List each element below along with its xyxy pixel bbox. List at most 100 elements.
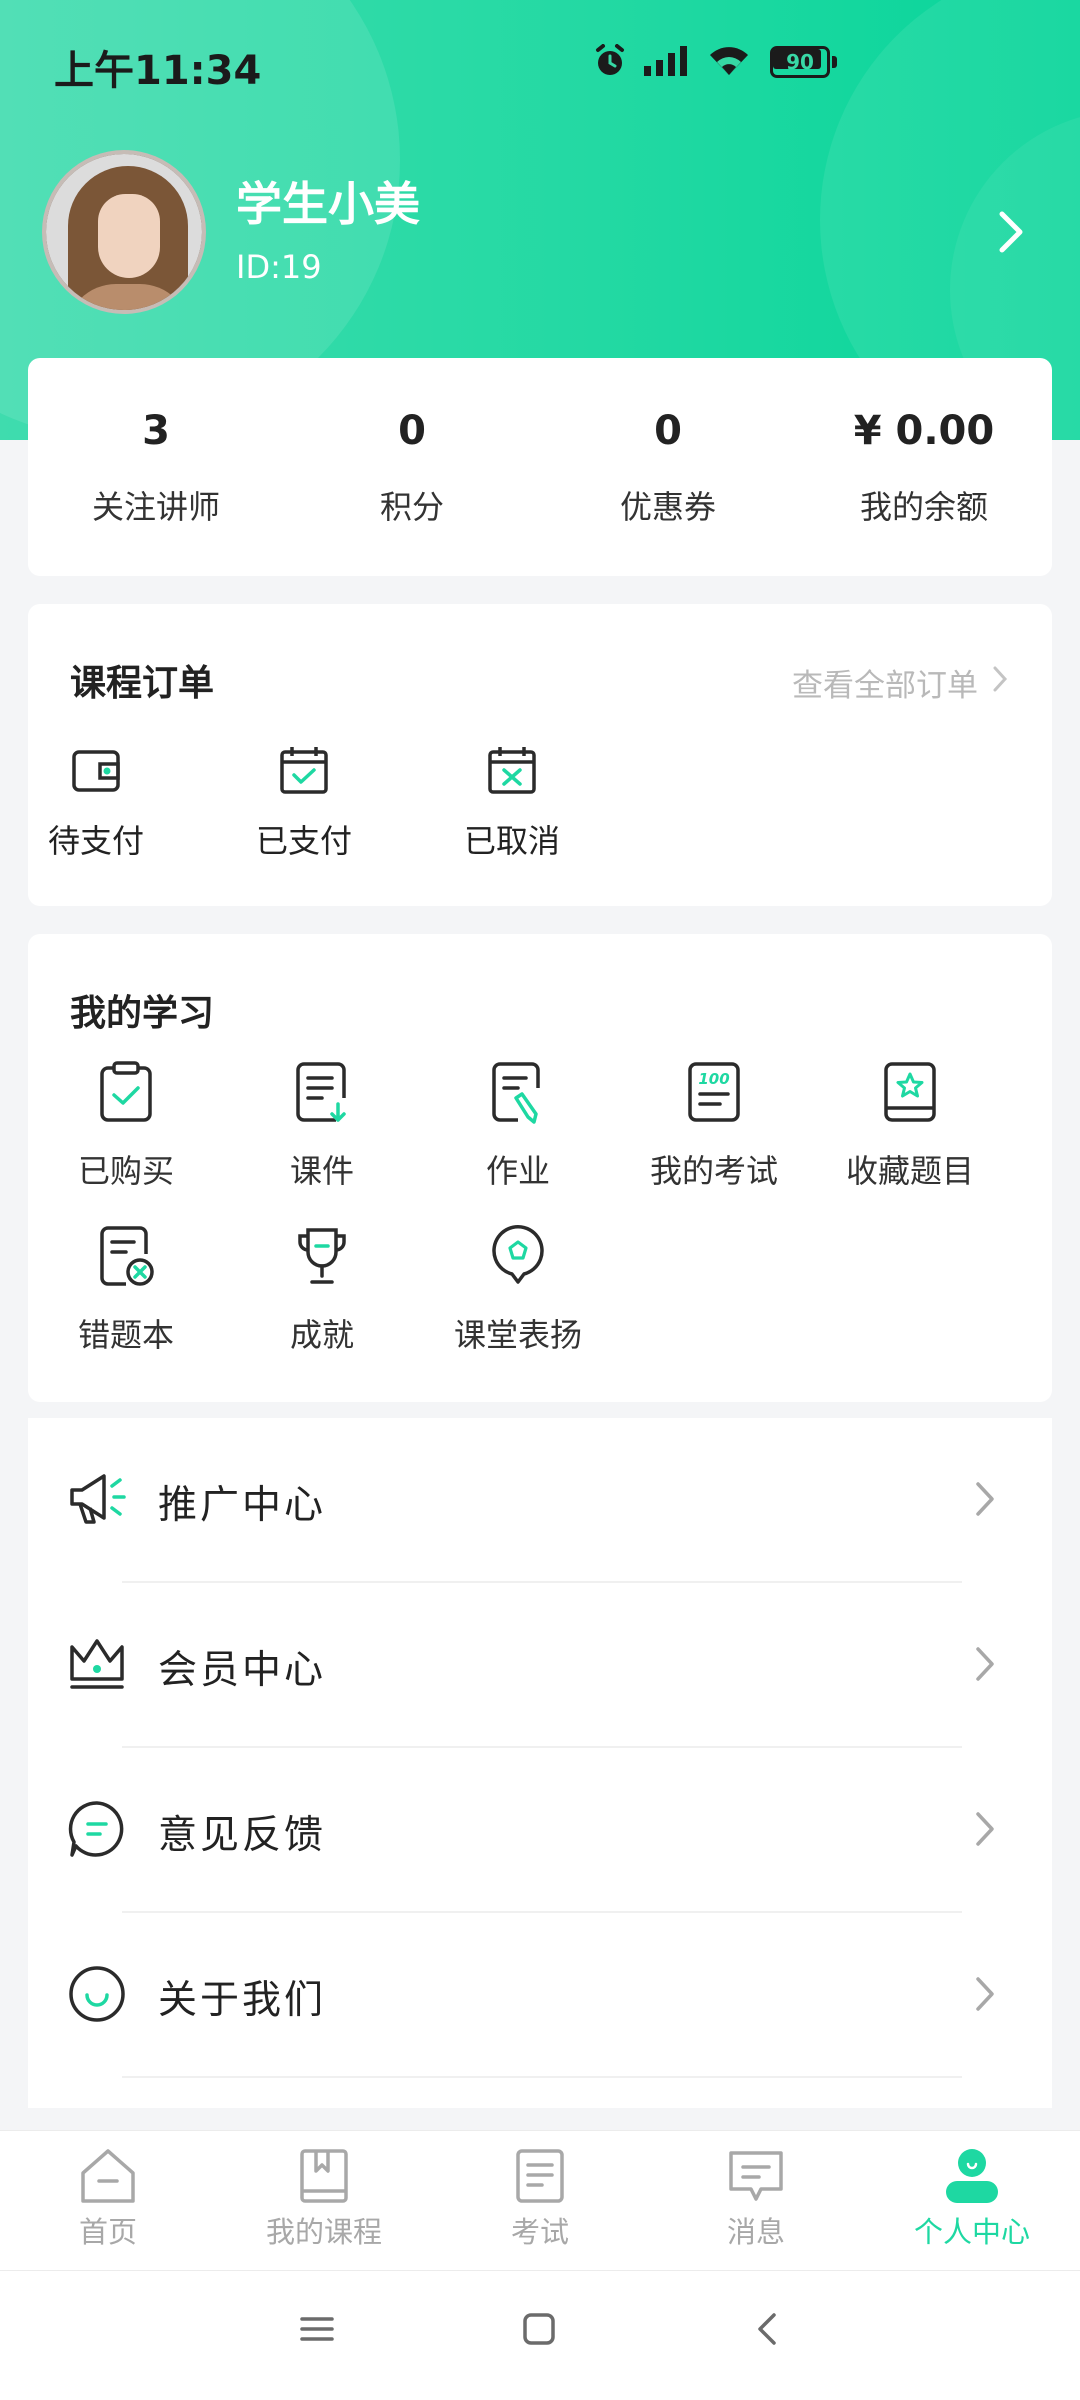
stat-label: 积分: [379, 488, 444, 526]
back-icon[interactable]: [752, 2311, 782, 2351]
stat-coupons[interactable]: 0 优惠券: [540, 358, 796, 576]
study-label: 错题本: [77, 1316, 174, 1354]
menu-icon[interactable]: [298, 2311, 336, 2351]
order-label: 已取消: [463, 822, 560, 860]
study-courseware[interactable]: 课件: [224, 1056, 420, 1192]
crown-icon: [66, 1633, 128, 1695]
stat-label: 我的余额: [859, 488, 988, 526]
study-purchased[interactable]: 已购买: [28, 1056, 224, 1192]
homework-pen-icon: [420, 1056, 616, 1128]
username: 学生小美: [236, 177, 420, 231]
clipboard-check-icon: [28, 1056, 224, 1128]
svg-text:100: 100: [698, 1070, 729, 1088]
menu-label: 意见反馈: [158, 1813, 327, 1858]
study-class-praise[interactable]: 课堂表扬: [420, 1220, 616, 1356]
stats-card: 3 关注讲师 0 积分 0 优惠券 ¥ 0.00 我的余额: [28, 358, 1052, 576]
study-homework[interactable]: 作业: [420, 1056, 616, 1192]
stat-label: 优惠券: [619, 488, 716, 526]
study-achievements[interactable]: 成就: [224, 1220, 420, 1356]
exam-score-icon: 100: [616, 1056, 812, 1128]
study-label: 课件: [289, 1152, 354, 1190]
tab-label: 首页: [78, 2215, 137, 2249]
praise-badge-icon: [420, 1220, 616, 1292]
message-icon: [648, 2141, 864, 2205]
order-label: 待支付: [47, 822, 144, 860]
bottom-tab-bar: 首页 我的课程 考试 消息 个人中心: [0, 2130, 1080, 2270]
tab-personal-center[interactable]: 个人中心: [864, 2141, 1080, 2251]
stat-value: 0: [654, 408, 682, 454]
status-bar: 上午11:34 90: [0, 0, 1080, 120]
tab-label: 消息: [726, 2215, 785, 2249]
order-cancelled[interactable]: 已取消: [452, 744, 572, 862]
battery-icon: 90: [770, 46, 837, 78]
status-icons: [594, 44, 750, 78]
wallet-icon: [36, 744, 156, 804]
chevron-right-icon: [974, 1975, 996, 2017]
see-all-orders-label: 查看全部订单: [792, 668, 978, 704]
profile-page: 上午11:34 90 学生小美 ID:19 3 关注讲师 0 积分 0 优惠券 …: [0, 0, 1080, 2400]
menu-about-us[interactable]: 关于我们: [28, 1913, 1052, 2078]
calendar-cancel-icon: [452, 744, 572, 804]
tab-label: 我的课程: [265, 2215, 382, 2249]
stat-label: 关注讲师: [91, 488, 220, 526]
menu-promotion-center[interactable]: 推广中心: [28, 1418, 1052, 1583]
orders-card: 课程订单 查看全部订单 待支付 已支付 已取消: [28, 604, 1052, 906]
user-icon: [864, 2141, 1080, 2205]
menu-member-center[interactable]: 会员中心: [28, 1583, 1052, 1748]
stat-balance[interactable]: ¥ 0.00 我的余额: [796, 358, 1052, 576]
smile-icon: [66, 1963, 128, 2025]
stat-points[interactable]: 0 积分: [284, 358, 540, 576]
tab-label: 考试: [510, 2215, 569, 2249]
see-all-orders-link[interactable]: 查看全部订单: [792, 660, 1008, 705]
order-paid[interactable]: 已支付: [244, 744, 364, 862]
tab-my-courses[interactable]: 我的课程: [216, 2141, 432, 2251]
study-label: 已购买: [77, 1152, 174, 1190]
wifi-icon: [708, 45, 750, 77]
chevron-right-icon[interactable]: [996, 208, 1026, 260]
chevron-right-icon: [974, 1810, 996, 1852]
calendar-check-icon: [244, 744, 364, 804]
home-square-icon[interactable]: [520, 2311, 558, 2351]
stat-followed-teachers[interactable]: 3 关注讲师: [28, 358, 284, 576]
menu-label: 会员中心: [158, 1648, 327, 1693]
document-download-icon: [224, 1056, 420, 1128]
tab-label: 个人中心: [913, 2215, 1030, 2249]
trophy-icon: [224, 1220, 420, 1292]
status-time: 上午11:34: [54, 48, 262, 94]
order-label: 已支付: [255, 822, 352, 860]
battery-level: 90: [786, 50, 814, 74]
system-nav-bar: [0, 2270, 1080, 2400]
tab-messages[interactable]: 消息: [648, 2141, 864, 2251]
study-label: 成就: [289, 1316, 354, 1354]
study-wrong-answers[interactable]: 错题本: [28, 1220, 224, 1356]
study-label: 我的考试: [649, 1152, 778, 1190]
feedback-bubble-icon: [66, 1798, 128, 1860]
orders-title: 课程订单: [70, 663, 215, 704]
study-title: 我的学习: [70, 993, 215, 1034]
chevron-right-icon: [992, 665, 1008, 701]
user-id: ID:19: [236, 248, 322, 286]
stat-value: 3: [142, 408, 170, 454]
study-label: 作业: [485, 1152, 550, 1190]
stat-value: 0: [398, 408, 426, 454]
alarm-icon: [594, 44, 626, 78]
tab-exams[interactable]: 考试: [432, 2141, 648, 2251]
tab-home[interactable]: 首页: [0, 2141, 216, 2251]
study-label: 课堂表扬: [453, 1316, 582, 1354]
book-icon: [216, 2141, 432, 2205]
order-pending-payment[interactable]: 待支付: [36, 744, 156, 862]
study-my-exams[interactable]: 100 我的考试: [616, 1056, 812, 1192]
home-icon: [0, 2141, 216, 2205]
chevron-right-icon: [974, 1645, 996, 1687]
study-card: 我的学习 已购买 课件 作业 100 我的考试 收藏题目 错题本 成就 课堂表扬: [28, 934, 1052, 1402]
study-favorite-questions[interactable]: 收藏题目: [812, 1056, 1008, 1192]
exam-paper-icon: [432, 2141, 648, 2205]
megaphone-icon: [66, 1468, 128, 1530]
star-book-icon: [812, 1056, 1008, 1128]
signal-icon: [644, 46, 690, 76]
menu-list: 推广中心 会员中心 意见反馈 关于我们: [28, 1418, 1052, 2108]
chevron-right-icon: [974, 1480, 996, 1522]
avatar[interactable]: [42, 150, 206, 314]
menu-feedback[interactable]: 意见反馈: [28, 1748, 1052, 1913]
menu-label: 关于我们: [158, 1978, 327, 2023]
